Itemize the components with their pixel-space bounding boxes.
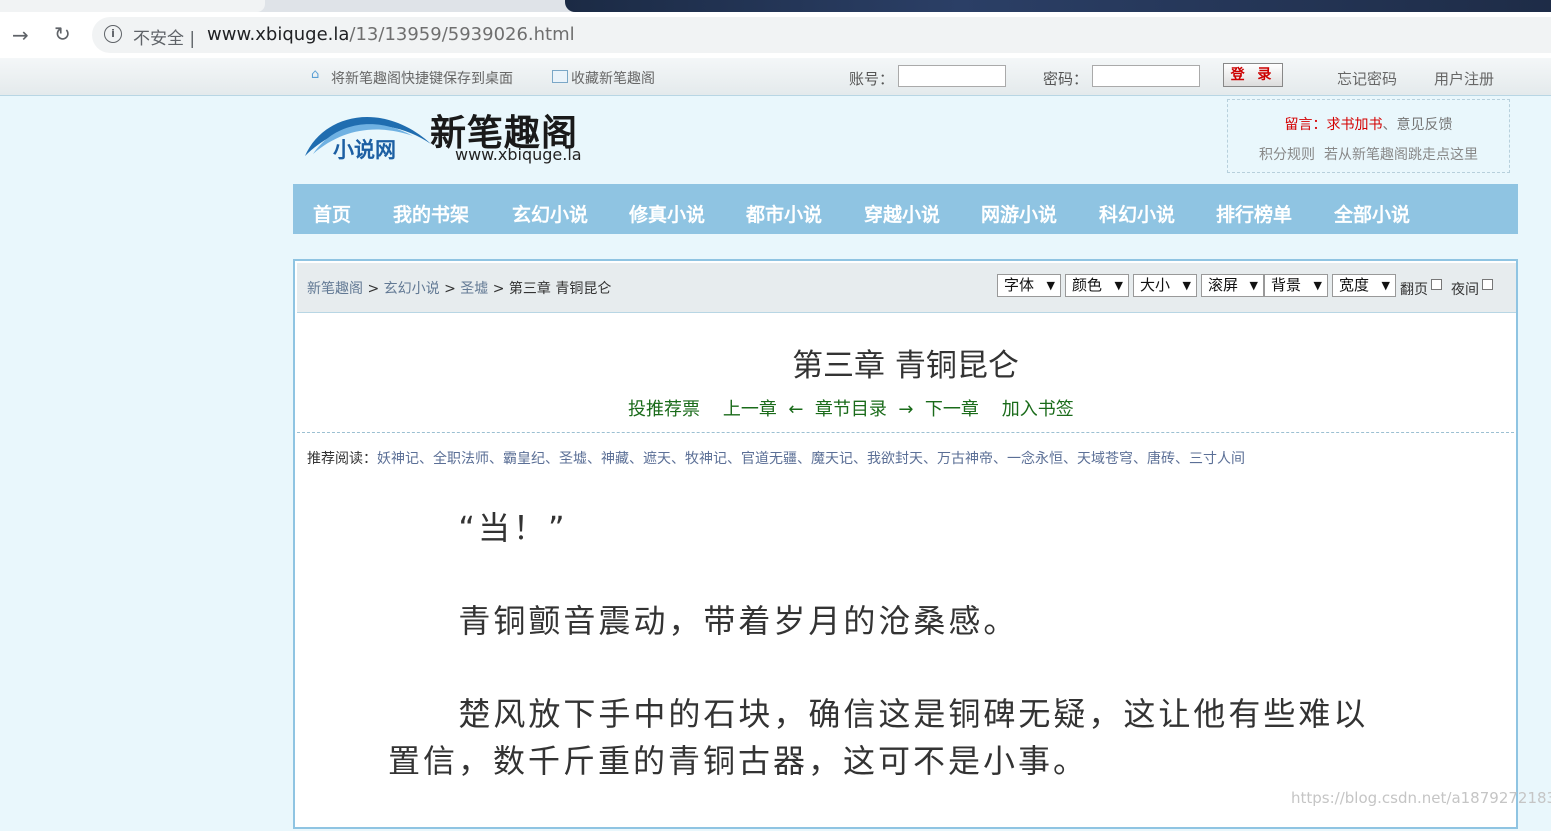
size-select-value: 大小 (1140, 276, 1171, 294)
breadcrumb-site[interactable]: 新笔趣阁 (307, 281, 363, 297)
notice-separator: 、 (1382, 117, 1397, 133)
vote-link[interactable]: 投推荐票 (628, 399, 700, 420)
folder-icon (552, 70, 568, 83)
font-select[interactable]: 字体 ▼ (997, 274, 1061, 297)
site-topbar (0, 58, 1551, 96)
chevron-down-icon: ▼ (1114, 279, 1123, 292)
breadcrumb: 新笔趣阁 > 玄幻小说 > 圣墟 > 第三章 青铜昆仑 (307, 278, 611, 298)
chevron-down-icon: ▼ (1046, 279, 1055, 292)
content-paragraph: 楚风放下手中的石块，确信这是铜碑无疑，这让他有些难以置信，数千斤重的青铜古器，这… (388, 695, 1369, 780)
password-label: 密码： (1043, 70, 1089, 88)
divider (297, 432, 1514, 433)
chapter-title: 第三章 青铜昆仑 (792, 348, 1019, 384)
breadcrumb-sep: > (492, 281, 505, 297)
size-select[interactable]: 大小 ▼ (1133, 274, 1197, 297)
prev-chapter-link[interactable]: 上一章 (723, 399, 777, 420)
info-icon[interactable]: i (104, 25, 122, 43)
chapter-content: “当！” 青铜颤音震动，带着岁月的沧桑感。 楚风放下手中的石块，确信这是铜碑无疑… (388, 505, 1403, 831)
notice-box: 留言：求书加书、意见反馈 积分规则 若从新笔趣阁跳走点这里 (1227, 99, 1510, 173)
insecure-label: 不安全 | (133, 29, 196, 49)
arrow-left-icon: ← (788, 399, 804, 420)
width-select[interactable]: 宽度 ▼ (1332, 274, 1396, 297)
breadcrumb-chapter: 第三章 青铜昆仑 (508, 281, 612, 297)
content-paragraph: “当！” (458, 509, 568, 547)
nav-item-bookshelf[interactable]: 我的书架 (393, 200, 469, 227)
watermark: https://blog.csdn.net/a18792721831 (1291, 789, 1551, 807)
account-label: 账号： (849, 70, 895, 88)
login-button[interactable]: 登 录 (1223, 63, 1283, 87)
notice-prefix: 留言： (1284, 117, 1327, 133)
home-icon: ⌂ (311, 67, 320, 82)
background-select-value: 背景 (1271, 276, 1302, 294)
page-flip-label: 翻页 (1400, 282, 1428, 298)
nav-item-ranking[interactable]: 排行榜单 (1216, 200, 1292, 227)
chevron-down-icon: ▼ (1182, 279, 1191, 292)
url-path: /13/13959/5939026.html (349, 24, 575, 45)
notice-line-2: 积分规则 若从新笔趣阁跳走点这里 (1228, 144, 1509, 164)
save-shortcut-link[interactable]: 将新笔趣阁快捷键保存到桌面 (331, 68, 513, 88)
content-paragraph: 青铜颤音震动，带着岁月的沧桑感。 (458, 602, 1019, 640)
nav-item-xiuzhen[interactable]: 修真小说 (629, 200, 705, 227)
reload-icon[interactable]: ↻ (54, 22, 71, 46)
nav-item-xuanhuan[interactable]: 玄幻小说 (512, 200, 588, 227)
arrow-right-icon: → (898, 399, 914, 420)
chevron-down-icon: ▼ (1313, 279, 1322, 292)
nav-item-chuanyue[interactable]: 穿越小说 (864, 200, 940, 227)
forgot-password-link[interactable]: 忘记密码 (1337, 68, 1397, 89)
breadcrumb-book[interactable]: 圣墟 (460, 281, 488, 297)
register-link[interactable]: 用户注册 (1434, 68, 1494, 89)
bookmark-site-link[interactable]: 收藏新笔趣阁 (571, 68, 655, 88)
nav-item-all[interactable]: 全部小说 (1334, 200, 1410, 227)
color-select-value: 颜色 (1072, 276, 1103, 294)
width-select-value: 宽度 (1339, 276, 1370, 294)
recommend-bar: 推荐阅读：妖神记、全职法师、霸皇纪、圣墟、神藏、遮天、牧神记、官道无疆、魔天记、… (307, 448, 1245, 468)
scroll-select-value: 滚屏 (1208, 276, 1239, 294)
night-label: 夜间 (1451, 282, 1479, 298)
chevron-down-icon: ▼ (1381, 279, 1390, 292)
main-nav: 首页 我的书架 玄幻小说 修真小说 都市小说 穿越小说 网游小说 科幻小说 排行… (293, 184, 1518, 234)
account-input[interactable] (898, 65, 1006, 87)
feedback-link[interactable]: 意见反馈 (1397, 117, 1453, 133)
nav-item-wangyou[interactable]: 网游小说 (981, 200, 1057, 227)
add-bookmark-link[interactable]: 加入书签 (1002, 399, 1074, 420)
breadcrumb-category[interactable]: 玄幻小说 (384, 281, 440, 297)
recommend-books[interactable]: 妖神记、全职法师、霸皇纪、圣墟、神藏、遮天、牧神记、官道无疆、魔天记、我欲封天、… (377, 451, 1245, 467)
page-flip-checkbox[interactable] (1431, 279, 1442, 290)
logo-small-text: 小说网 (333, 138, 396, 162)
background-select[interactable]: 背景 ▼ (1264, 274, 1328, 297)
night-checkbox[interactable] (1482, 279, 1493, 290)
breadcrumb-sep: > (367, 281, 380, 297)
color-select[interactable]: 颜色 ▼ (1065, 274, 1129, 297)
font-select-value: 字体 (1004, 276, 1035, 294)
browser-active-tab[interactable] (0, 0, 265, 12)
logo-url: www.xbiquge.la (455, 145, 582, 164)
redirect-report-link[interactable]: 若从新笔趣阁跳走点这里 (1324, 147, 1478, 163)
password-input[interactable] (1092, 65, 1200, 87)
next-chapter-link[interactable]: 下一章 (925, 399, 979, 420)
nav-item-home[interactable]: 首页 (313, 200, 351, 227)
notice-line-1: 留言：求书加书、意见反馈 (1228, 114, 1509, 134)
url-host: www.xbiquge.la (207, 24, 350, 45)
chevron-down-icon: ▼ (1249, 279, 1258, 292)
nav-item-dushi[interactable]: 都市小说 (746, 200, 822, 227)
scroll-select[interactable]: 滚屏 ▼ (1201, 274, 1264, 297)
points-rules-link[interactable]: 积分规则 (1259, 147, 1315, 163)
toc-link[interactable]: 章节目录 (815, 399, 887, 420)
nav-item-kehuan[interactable]: 科幻小说 (1099, 200, 1175, 227)
browser-tab-strip-background (565, 0, 1551, 12)
url-text[interactable]: www.xbiquge.la/13/13959/5939026.html (207, 24, 575, 45)
chapter-nav: 投推荐票 上一章 ← 章节目录 → 下一章 加入书签 (628, 395, 1074, 421)
request-book-link[interactable]: 求书加书 (1327, 117, 1383, 133)
arrow-right-icon[interactable]: → (12, 23, 29, 47)
breadcrumb-sep: > (444, 281, 456, 297)
recommend-label: 推荐阅读： (307, 451, 377, 467)
